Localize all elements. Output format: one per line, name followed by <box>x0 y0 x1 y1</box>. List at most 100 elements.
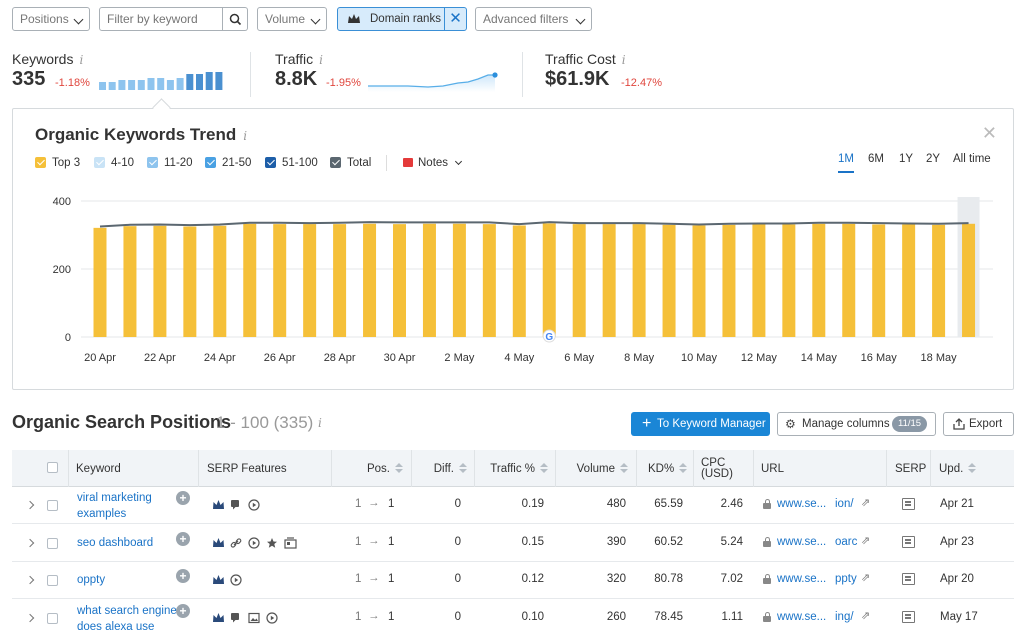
expand-row-icon[interactable] <box>25 613 35 623</box>
add-keyword-icon[interactable]: + <box>176 491 190 505</box>
url-link[interactable]: www.se... <box>777 573 826 585</box>
arrow-right-icon: → <box>368 610 380 622</box>
col-cpc[interactable]: CPC (USD) <box>701 450 733 487</box>
gear-icon: ⚙ <box>785 417 796 431</box>
keyword-search-button[interactable] <box>223 7 248 31</box>
to-keyword-manager-label: To Keyword Manager <box>657 418 766 430</box>
external-link-icon[interactable]: ⇗ <box>861 496 870 509</box>
snippet-icon[interactable] <box>230 612 240 626</box>
info-icon[interactable]: i <box>319 53 323 67</box>
video-icon[interactable] <box>230 574 242 589</box>
col-kd[interactable]: KD% <box>648 450 688 487</box>
serp-snapshot-icon[interactable] <box>902 573 915 585</box>
spark-bar <box>205 72 213 90</box>
bar-top3 <box>93 227 107 337</box>
advanced-filters-label: Advanced filters <box>483 12 569 26</box>
add-keyword-icon[interactable]: + <box>176 604 190 618</box>
url-link[interactable]: www.se... <box>777 536 826 548</box>
url-link-end[interactable]: ion/ <box>835 498 854 510</box>
keyword-link[interactable]: seo dashboard <box>77 535 177 551</box>
advanced-filters-dropdown[interactable]: Advanced filters <box>475 7 592 31</box>
lock-icon <box>763 537 771 547</box>
crown-icon[interactable] <box>212 499 225 513</box>
video-icon[interactable] <box>266 612 278 627</box>
x-tick-label: 14 May <box>801 352 838 364</box>
traffic-cost-value[interactable]: $61.9K <box>545 68 610 91</box>
col-serp-features: SERP Features <box>207 450 287 487</box>
star-icon[interactable] <box>266 537 278 552</box>
crown-icon[interactable] <box>212 612 225 626</box>
table-row: viral marketing examples + 1 → 1 0 0.19 … <box>12 487 1014 524</box>
url-link[interactable]: www.se... <box>777 498 826 510</box>
col-updated[interactable]: Upd. <box>939 450 977 487</box>
url-link-end[interactable]: ppty <box>835 573 857 585</box>
url-link-end[interactable]: oarc <box>835 536 857 548</box>
volume-dropdown[interactable]: Volume <box>257 7 327 31</box>
to-keyword-manager-button[interactable]: + To Keyword Manager <box>631 412 770 436</box>
add-keyword-icon[interactable]: + <box>176 532 190 546</box>
bar-top3 <box>602 224 616 337</box>
expand-row-icon[interactable] <box>25 575 35 585</box>
expand-row-icon[interactable] <box>25 500 35 510</box>
row-checkbox[interactable] <box>47 575 58 586</box>
col-volume[interactable]: Volume <box>555 450 628 487</box>
external-link-icon[interactable]: ⇗ <box>861 609 870 622</box>
remove-filter-icon[interactable]: ✕ <box>444 8 466 30</box>
positions-dropdown[interactable]: Positions <box>12 7 90 31</box>
keyword-link[interactable]: viral marketing examples <box>77 490 177 522</box>
keyword-link[interactable]: what search engine does alexa use <box>77 603 177 635</box>
crown-icon[interactable] <box>212 537 225 551</box>
select-all-checkbox[interactable] <box>47 462 58 473</box>
link-icon[interactable] <box>230 537 242 552</box>
manage-columns-button[interactable]: ⚙ Manage columns 11/15 <box>777 412 936 436</box>
x-tick-label: 20 Apr <box>84 352 116 364</box>
export-button[interactable]: Export <box>943 412 1014 436</box>
info-icon[interactable]: i <box>318 416 322 430</box>
serp-snapshot-icon[interactable] <box>902 536 915 548</box>
row-checkbox[interactable] <box>47 500 58 511</box>
domain-ranks-filter[interactable]: Domain ranks ✕ <box>337 7 467 31</box>
col-diff[interactable]: Diff. <box>411 450 467 487</box>
col-pos[interactable]: Pos. <box>331 450 403 487</box>
url-link-end[interactable]: ing/ <box>835 611 854 623</box>
external-link-icon[interactable]: ⇗ <box>861 534 870 547</box>
serp-snapshot-icon[interactable] <box>902 498 915 510</box>
add-keyword-icon[interactable]: + <box>176 569 190 583</box>
video-icon[interactable] <box>248 499 260 514</box>
serp-snapshot-icon[interactable] <box>902 611 915 623</box>
expand-row-icon[interactable] <box>25 538 35 548</box>
info-icon[interactable]: i <box>622 53 626 67</box>
x-tick-label: 4 May <box>504 352 534 364</box>
updated-date: Apr 20 <box>940 573 974 585</box>
row-checkbox[interactable] <box>47 538 58 549</box>
table-row: seo dashboard + 1 → 1 0 0.15 390 60.52 5… <box>12 525 1014 562</box>
col-traffic[interactable]: Traffic % <box>474 450 548 487</box>
traffic-value[interactable]: 8.8K <box>275 68 317 91</box>
url-link[interactable]: www.se... <box>777 611 826 623</box>
spark-bar <box>157 78 165 90</box>
trend-chart[interactable]: 0 200 400 20 Apr 22 Apr 24 Apr 26 Apr 28 Apr 30 … <box>13 109 1013 389</box>
row-checkbox[interactable] <box>47 613 58 624</box>
col-updated-label: Upd. <box>939 462 964 475</box>
keyword-filter-input[interactable] <box>99 7 223 31</box>
traffic-stat-label: Traffic i <box>275 51 323 67</box>
keyword-link[interactable]: oppty <box>77 572 177 588</box>
bar-top3 <box>782 224 796 337</box>
col-keyword[interactable]: Keyword <box>76 450 121 487</box>
bar-top3 <box>662 224 676 337</box>
image-icon[interactable] <box>248 612 260 627</box>
external-link-icon[interactable]: ⇗ <box>861 571 870 584</box>
updated-date: Apr 23 <box>940 536 974 548</box>
video-icon[interactable] <box>248 537 260 552</box>
x-tick-label: 2 May <box>444 352 474 364</box>
info-icon[interactable]: i <box>79 53 83 67</box>
keywords-value[interactable]: 335 <box>12 68 45 91</box>
pos-previous: 1 <box>355 611 362 623</box>
bar-top3 <box>213 225 227 337</box>
positions-dropdown-label: Positions <box>20 12 69 26</box>
col-traffic-label: Traffic % <box>490 462 535 475</box>
x-tick-label: 24 Apr <box>204 352 236 364</box>
news-icon[interactable] <box>284 537 297 552</box>
snippet-icon[interactable] <box>230 499 240 513</box>
crown-icon[interactable] <box>212 574 225 588</box>
